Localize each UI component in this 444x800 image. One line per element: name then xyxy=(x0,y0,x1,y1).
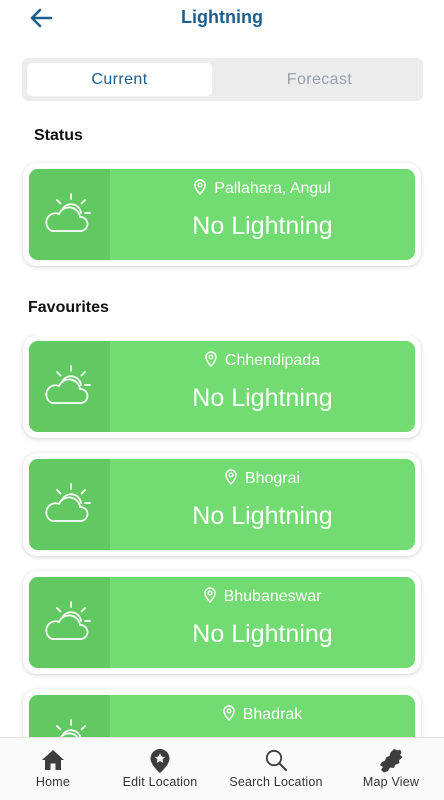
nav-map-view-label: Map View xyxy=(362,775,420,789)
search-icon xyxy=(265,749,287,771)
nav-search-location-label: Search Location xyxy=(229,775,323,789)
weather-icon-panel xyxy=(29,695,110,737)
location-row: Pallahara, Angul xyxy=(110,179,415,199)
status-card-body: Pallahara, Angul No Lightning xyxy=(29,169,415,260)
favourite-card[interactable]: Chhendipada No Lightning xyxy=(23,335,421,438)
favourite-card[interactable]: Bhubaneswar No Lightning xyxy=(23,571,421,674)
location-name: Bhograi xyxy=(244,470,301,487)
tab-forecast[interactable]: Forecast xyxy=(222,63,417,96)
sun-cloud-icon xyxy=(45,601,91,640)
location-row: Bhograi xyxy=(110,469,415,489)
location-pin-icon xyxy=(194,179,206,196)
tab-bar: Current Forecast xyxy=(22,58,423,101)
lightning-status: No Lightning xyxy=(192,212,333,240)
nav-edit-location-label: Edit Location xyxy=(122,775,198,789)
location-pin-icon xyxy=(225,469,237,486)
nav-home-label: Home xyxy=(35,775,71,789)
lightning-screen: Lightning Current Forecast Status Pallah… xyxy=(0,0,444,800)
favourite-card-body: Bhubaneswar No Lightning xyxy=(29,577,415,668)
app-header: Lightning xyxy=(0,0,444,36)
lightning-status: No Lightning xyxy=(192,502,333,530)
location-row: Chhendipada xyxy=(110,351,415,371)
map-pin-star-icon xyxy=(150,749,170,773)
location-name: Bhadrak xyxy=(242,706,303,723)
page-title: Lightning xyxy=(181,7,263,27)
tab-current[interactable]: Current xyxy=(27,63,212,96)
nav-search-location[interactable]: Search Location xyxy=(214,738,338,800)
weather-icon-panel xyxy=(29,577,110,668)
nav-home[interactable]: Home xyxy=(0,738,106,800)
home-icon xyxy=(42,750,64,770)
sun-cloud-icon xyxy=(45,193,91,232)
status-card[interactable]: Pallahara, Angul No Lightning xyxy=(23,163,421,266)
favourite-card-body: Chhendipada No Lightning xyxy=(29,341,415,432)
favourite-card[interactable]: Bhadrak xyxy=(23,689,421,737)
favourites-list[interactable]: Chhendipada No Lightning Bhograi No Ligh… xyxy=(0,335,444,737)
status-heading: Status xyxy=(34,127,83,144)
weather-icon-panel xyxy=(29,169,110,260)
location-pin-icon xyxy=(203,587,216,604)
sun-cloud-icon xyxy=(45,483,91,522)
sun-cloud-icon xyxy=(56,719,86,737)
favourite-card[interactable]: Bhograi No Lightning xyxy=(23,453,421,556)
lightning-status: No Lightning xyxy=(192,384,333,412)
weather-icon-panel xyxy=(29,341,110,432)
location-pin-icon xyxy=(222,705,235,722)
sun-cloud-icon xyxy=(45,365,91,404)
location-name: Bhubaneswar xyxy=(223,588,322,605)
bottom-nav: Home Edit Location Search Location Map V… xyxy=(0,737,444,800)
weather-icon-panel xyxy=(29,459,110,550)
location-row: Bhadrak xyxy=(110,705,415,725)
state-map-icon xyxy=(380,749,403,773)
favourite-card-body: Bhadrak xyxy=(29,695,415,737)
nav-edit-location[interactable]: Edit Location xyxy=(106,738,214,800)
favourites-heading: Favourites xyxy=(28,299,109,316)
location-name: Chhendipada xyxy=(224,352,321,369)
location-pin-icon xyxy=(205,351,217,368)
favourite-card-body: Bhograi No Lightning xyxy=(29,459,415,550)
location-row: Bhubaneswar xyxy=(110,587,415,607)
location-name: Pallahara, Angul xyxy=(214,180,331,197)
nav-map-view[interactable]: Map View xyxy=(338,738,444,800)
lightning-status: No Lightning xyxy=(192,620,333,648)
